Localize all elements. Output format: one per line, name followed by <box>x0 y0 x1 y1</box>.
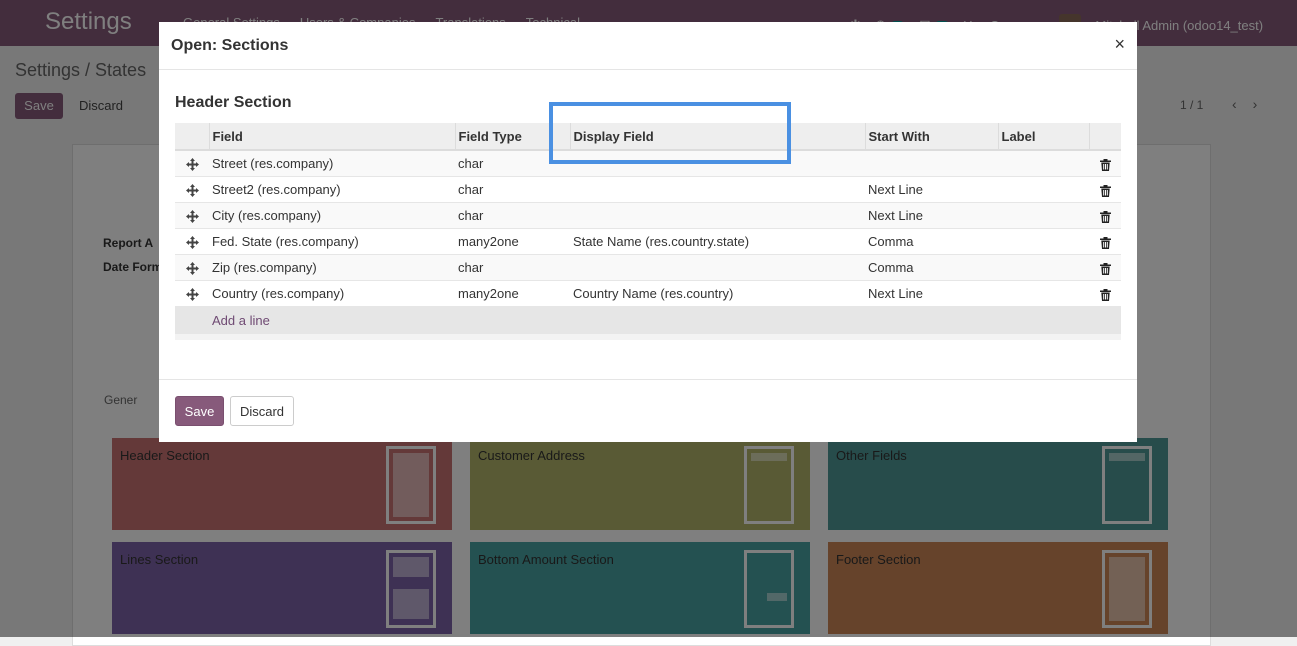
delete-cell[interactable] <box>1089 228 1121 255</box>
dialog-footer: Save Discard <box>159 379 1137 443</box>
discard-button[interactable]: Discard <box>230 396 294 426</box>
cell-label[interactable] <box>998 280 1089 307</box>
cell-label[interactable] <box>998 228 1089 255</box>
cell-field-type[interactable]: char <box>455 150 570 177</box>
cell-start-with[interactable]: Next Line <box>865 202 998 229</box>
column-header-display-field[interactable]: Display Field <box>569 123 865 151</box>
table-row[interactable]: Zip (res.company) char Comma <box>175 254 1121 281</box>
column-header-handle <box>175 123 209 151</box>
column-header-label[interactable]: Label <box>997 123 1089 151</box>
cell-display-field[interactable] <box>570 176 865 203</box>
close-icon[interactable]: × <box>1114 34 1125 55</box>
cell-start-with[interactable]: Next Line <box>865 280 998 307</box>
trash-icon[interactable] <box>1099 286 1111 301</box>
cell-display-field[interactable]: Country Name (res.country) <box>570 280 865 307</box>
drag-handle[interactable] <box>175 254 209 281</box>
delete-cell[interactable] <box>1089 202 1121 229</box>
move-icon[interactable] <box>185 260 199 276</box>
table-row[interactable]: Country (res.company) many2one Country Nam… <box>175 280 1121 307</box>
cell-label[interactable] <box>998 176 1089 203</box>
cell-field[interactable]: Street (res.company) <box>209 150 455 177</box>
table-row[interactable]: Fed. State (res.company) many2one State Na… <box>175 228 1121 255</box>
cell-field[interactable]: Street2 (res.company) <box>209 176 455 203</box>
table-row[interactable]: Street (res.company) char <box>175 150 1121 177</box>
trash-icon[interactable] <box>1099 182 1111 197</box>
cell-field-type[interactable]: many2one <box>455 280 570 307</box>
dialog-title: Open: Sections <box>171 37 289 54</box>
cell-display-field[interactable] <box>570 150 865 177</box>
delete-cell[interactable] <box>1089 176 1121 203</box>
drag-handle[interactable] <box>175 150 209 177</box>
move-icon[interactable] <box>185 234 199 250</box>
table-header: Field Field Type Display Field Start Wit… <box>175 123 1121 151</box>
delete-cell[interactable] <box>1089 280 1121 307</box>
column-header-field-type[interactable]: Field Type <box>454 123 570 151</box>
cell-start-with[interactable]: Next Line <box>865 176 998 203</box>
sections-dialog: Open: Sections × Header Section Field Fi… <box>159 22 1137 442</box>
save-button[interactable]: Save <box>175 396 224 426</box>
move-icon[interactable] <box>185 286 199 302</box>
cell-label[interactable] <box>998 254 1089 281</box>
delete-cell[interactable] <box>1089 254 1121 281</box>
table-body: Street (res.company) char Street2 (res.com… <box>175 150 1121 340</box>
table-filler-row <box>175 333 1121 340</box>
cell-display-field[interactable] <box>570 202 865 229</box>
dialog-header: Open: Sections × <box>159 22 1137 70</box>
section-lines-table: Field Field Type Display Field Start Wit… <box>175 123 1121 340</box>
cell-label[interactable] <box>998 150 1089 177</box>
cell-field[interactable]: Fed. State (res.company) <box>209 228 455 255</box>
trash-icon[interactable] <box>1099 156 1111 171</box>
move-icon[interactable] <box>185 182 199 198</box>
move-icon[interactable] <box>185 156 199 172</box>
cell-field-type[interactable]: many2one <box>455 228 570 255</box>
cell-display-field[interactable]: State Name (res.country.state) <box>570 228 865 255</box>
add-line-link[interactable]: Add a line <box>212 313 270 328</box>
trash-icon[interactable] <box>1099 260 1111 275</box>
cell-field-type[interactable]: char <box>455 202 570 229</box>
table-row[interactable]: City (res.company) char Next Line <box>175 202 1121 229</box>
drag-handle[interactable] <box>175 228 209 255</box>
cell-field-type[interactable]: char <box>455 254 570 281</box>
drag-handle[interactable] <box>175 176 209 203</box>
cell-label[interactable] <box>998 202 1089 229</box>
table-row[interactable]: Street2 (res.company) char Next Line <box>175 176 1121 203</box>
trash-icon[interactable] <box>1099 208 1111 223</box>
move-icon[interactable] <box>185 208 199 224</box>
cell-field[interactable]: Zip (res.company) <box>209 254 455 281</box>
cell-display-field[interactable] <box>570 254 865 281</box>
cell-start-with[interactable]: Comma <box>865 254 998 281</box>
section-heading: Header Section <box>175 94 292 111</box>
column-header-start-with[interactable]: Start With <box>864 123 998 151</box>
column-header-field[interactable]: Field <box>208 123 455 151</box>
cell-field-type[interactable]: char <box>455 176 570 203</box>
add-line-row: Add a line <box>175 306 1121 334</box>
drag-handle[interactable] <box>175 280 209 307</box>
cell-start-with[interactable]: Comma <box>865 228 998 255</box>
column-header-actions <box>1088 123 1121 151</box>
cell-field[interactable]: City (res.company) <box>209 202 455 229</box>
trash-icon[interactable] <box>1099 234 1111 249</box>
cell-start-with[interactable] <box>865 150 998 177</box>
delete-cell[interactable] <box>1089 150 1121 177</box>
drag-handle[interactable] <box>175 202 209 229</box>
cell-field[interactable]: Country (res.company) <box>209 280 455 307</box>
